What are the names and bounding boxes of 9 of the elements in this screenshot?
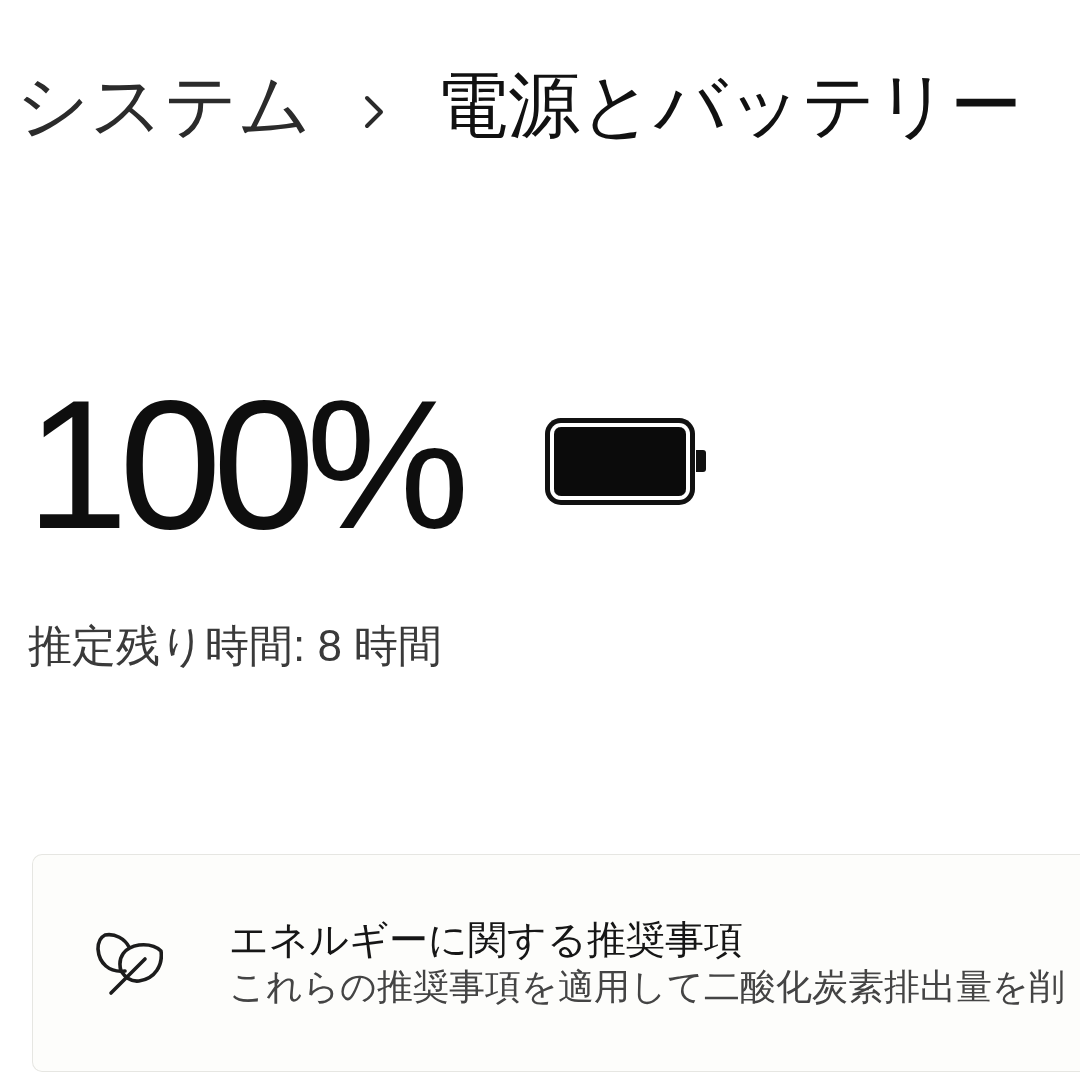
battery-percentage: 100% [26,386,461,542]
breadcrumb-parent-link[interactable]: システム [16,62,312,148]
estimated-time-remaining: 推定残り時間: 8 時間 [28,621,443,670]
card-title: エネルギーに関する推奨事項 [229,917,744,963]
page-title: 電源とバッテリー [436,64,1022,147]
card-description: これらの推奨事項を適用して二酸化炭素排出量を削 [229,965,1065,1009]
battery-terminal [695,450,706,472]
recommendation-card[interactable]: エネルギーに関する推奨事項 これらの推奨事項を適用して二酸化炭素排出量を削 [32,854,1080,1072]
chevron-right-icon [364,95,384,129]
